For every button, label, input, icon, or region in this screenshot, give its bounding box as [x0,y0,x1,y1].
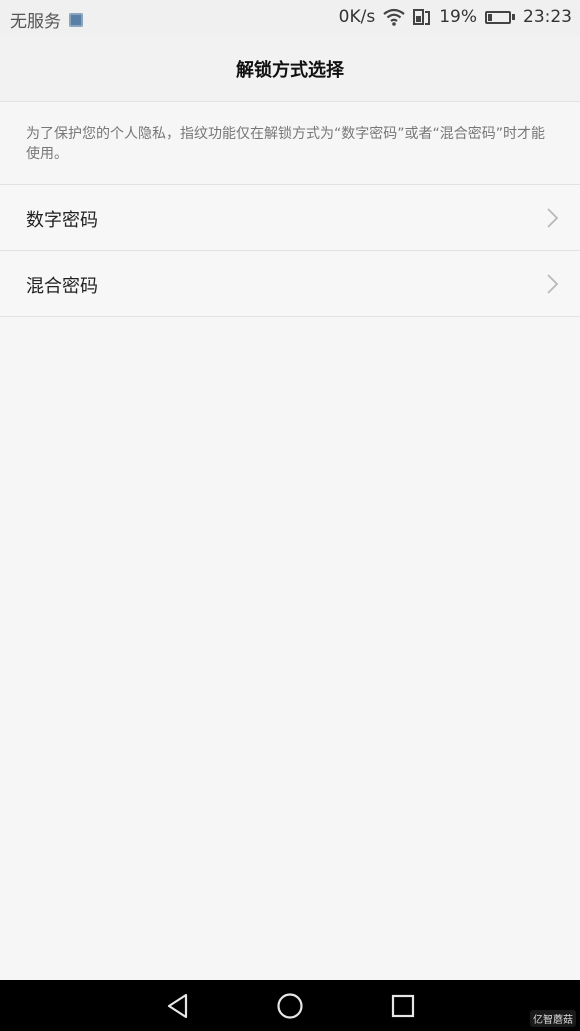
carrier-label: 无服务 [10,12,61,32]
status-right: 0K/s 19% 23:23 [331,7,572,27]
chevron-right-icon [547,208,559,228]
info-text: 为了保护您的个人隐私，指纹功能仅在解锁方式为“数字密码”或者“混合密码”时才能使… [26,126,546,162]
battery-icon [485,10,515,24]
option-label: 混合密码 [26,276,98,297]
page-title: 解锁方式选择 [236,60,344,81]
watermark-logo: 亿智蘑菇 [530,1010,576,1027]
unlock-options-list: 数字密码 混合密码 [0,184,580,317]
data-icon [413,9,431,25]
recents-icon[interactable] [389,992,417,1020]
wifi-icon [383,8,405,26]
status-left: 无服务 [10,7,83,32]
chevron-right-icon [547,274,559,294]
home-icon[interactable] [276,992,304,1020]
sim-icon [69,12,83,27]
option-mixed-password[interactable]: 混合密码 [0,251,580,317]
title-bar: 解锁方式选择 [0,36,580,102]
option-label: 数字密码 [26,210,98,231]
net-speed: 0K/s [338,7,376,27]
clock: 23:23 [523,7,572,27]
screen: 无服务 0K/s 19% 23:23 解锁方式选择 为了保护您的个人隐私，指纹功… [0,0,580,1031]
navigation-bar: 亿智蘑菇 [0,980,580,1031]
back-icon[interactable] [164,992,192,1020]
option-numeric-password[interactable]: 数字密码 [0,185,580,251]
status-bar: 无服务 0K/s 19% 23:23 [0,0,580,36]
battery-percent: 19% [439,7,477,27]
